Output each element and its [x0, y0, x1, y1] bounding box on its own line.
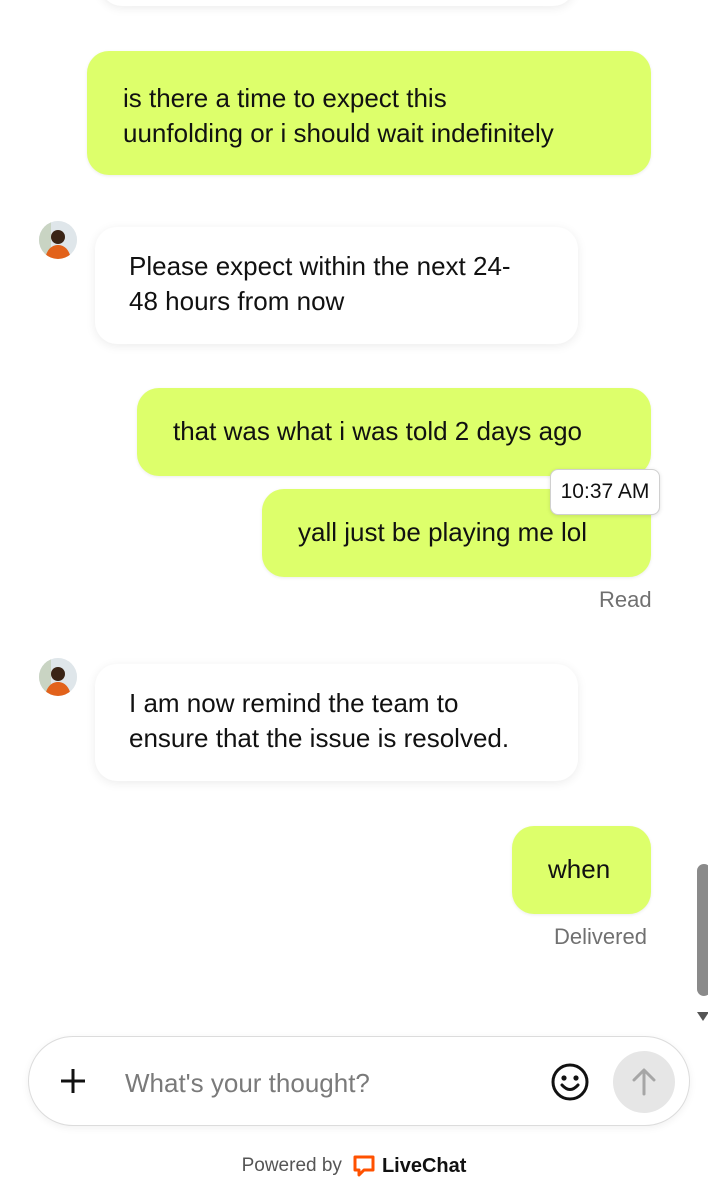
read-status: Read	[599, 587, 652, 612]
message-composer	[28, 1036, 690, 1126]
timestamp-tooltip: 10:37 AM	[550, 469, 660, 515]
incoming-message: Please expect within the next 24- 48 hou…	[95, 227, 578, 344]
powered-by-footer[interactable]: Powered by LiveChat	[0, 1148, 708, 1184]
message-line: 48 hours from now	[129, 286, 345, 316]
outgoing-message: is there a time to expect this uunfoldin…	[87, 51, 651, 175]
message-line: yall just be playing me lol	[298, 517, 588, 547]
previous-message-fragment	[100, 0, 575, 6]
attach-button[interactable]	[43, 1051, 103, 1111]
plus-icon	[61, 1069, 85, 1093]
emoji-button[interactable]	[545, 1057, 595, 1107]
message-line: uunfolding or i should wait indefinitely	[123, 118, 554, 148]
scroll-down-arrow[interactable]	[697, 1012, 708, 1021]
scrollbar-thumb[interactable]	[697, 864, 708, 996]
powered-by-text: Powered by	[241, 1155, 342, 1176]
delivered-status: Delivered	[554, 924, 647, 949]
outgoing-message: when	[512, 826, 651, 914]
agent-avatar	[39, 221, 77, 259]
message-input[interactable]	[123, 1059, 527, 1107]
message-line: I am now remind the team to	[129, 688, 459, 718]
smiley-icon	[551, 1063, 589, 1101]
chat-window: is there a time to expect this uunfoldin…	[0, 0, 708, 1200]
message-line: ensure that the issue is resolved.	[129, 723, 510, 753]
message-line: that was what i was told 2 days ago	[173, 416, 583, 446]
send-button[interactable]	[613, 1051, 675, 1113]
message-line: when	[548, 854, 611, 884]
livechat-logo-icon	[352, 1154, 376, 1178]
outgoing-message: that was what i was told 2 days ago	[137, 388, 651, 476]
incoming-message: I am now remind the team to ensure that …	[95, 664, 578, 781]
message-line: Please expect within the next 24-	[129, 251, 511, 281]
livechat-brand: LiveChat	[381, 1154, 467, 1177]
agent-avatar	[39, 658, 77, 696]
message-line: is there a time to expect this	[123, 83, 447, 113]
arrow-up-icon	[632, 1068, 656, 1096]
